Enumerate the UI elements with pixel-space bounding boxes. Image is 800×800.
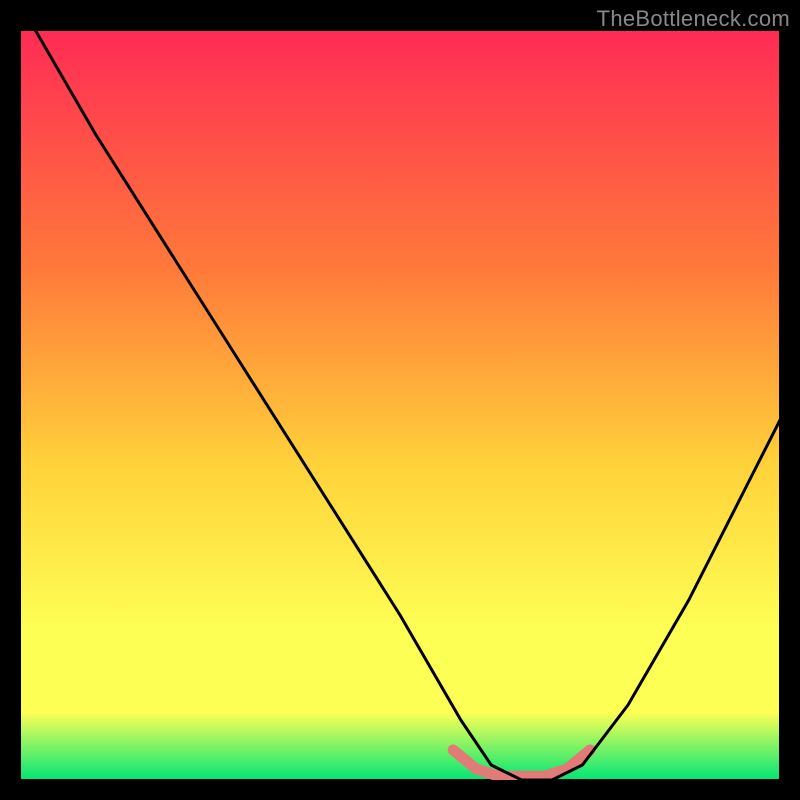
plot-background — [20, 30, 780, 780]
bottleneck-chart — [0, 0, 800, 800]
chart-frame: TheBottleneck.com — [0, 0, 800, 800]
watermark-text: TheBottleneck.com — [597, 6, 790, 32]
